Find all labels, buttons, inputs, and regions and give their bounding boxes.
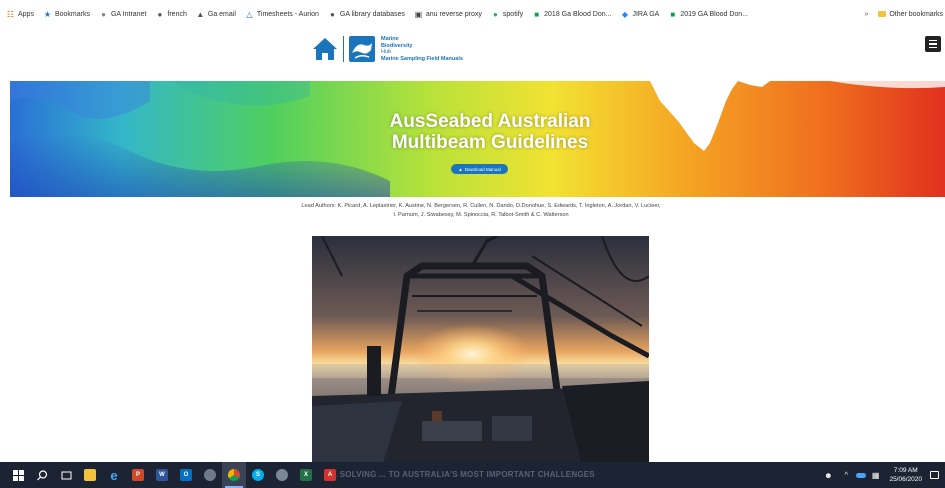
- clock-date: 25/06/2020: [889, 476, 922, 483]
- download-manual-label: Download Manual: [464, 166, 501, 172]
- hero-title-line-2: Multibeam Guidelines: [391, 132, 589, 153]
- bookmark-item[interactable]: △ Timesheets - Aurion: [245, 10, 319, 19]
- globe-icon: ●: [157, 9, 163, 19]
- hero-title-line-1: AusSeabed Australian: [389, 111, 591, 132]
- people-icon[interactable]: ☻: [824, 471, 832, 480]
- triangle-icon: △: [246, 9, 253, 19]
- bookmark-item[interactable]: ☷ Apps: [6, 10, 34, 19]
- taskbar-file-explorer[interactable]: [78, 462, 102, 488]
- menu-bar-icon: [929, 39, 937, 42]
- star-icon: ★: [43, 9, 52, 19]
- jira-icon: ◆: [621, 9, 629, 19]
- bookmark-label: french: [167, 10, 187, 18]
- bookmark-item[interactable]: ■ 2019 GA Blood Don...: [668, 10, 748, 19]
- bookmark-label: Timesheets - Aurion: [256, 10, 319, 18]
- other-bookmarks-folder[interactable]: Other bookmarks: [878, 11, 943, 18]
- menu-bar-icon: [929, 43, 937, 45]
- clock-time: 7:09 AM: [893, 467, 918, 474]
- powerpoint-icon: P: [132, 469, 144, 481]
- logo-text: Marine Biodiversity Hub Marine Sampling …: [381, 36, 463, 62]
- bookmark-item[interactable]: ● GA library databases: [328, 10, 405, 19]
- bookmarks-bar: ☷ Apps ★ Bookmarks ● GA Intranet ● french ▲ Ga em…: [0, 0, 945, 28]
- spotify-icon: ●: [492, 9, 498, 19]
- download-manual-button[interactable]: ▲ Download Manual: [451, 164, 508, 174]
- site-header: Marine Biodiversity Hub Marine Sampling …: [0, 28, 945, 78]
- fish-logo-icon: [349, 36, 375, 62]
- taskbar-word[interactable]: W: [150, 462, 174, 488]
- bookmark-label: Bookmarks: [54, 10, 90, 18]
- mail-icon: ▲: [196, 9, 205, 19]
- feather-app-icon: [276, 469, 288, 481]
- bookmark-label: 2018 Ga Blood Don...: [544, 10, 612, 18]
- bookmark-item[interactable]: ● spotify: [491, 10, 523, 19]
- hamburger-menu-button[interactable]: [925, 36, 941, 52]
- network-icon[interactable]: ▦: [872, 471, 880, 480]
- bookmark-label: Ga email: [207, 10, 236, 18]
- bookmark-label: anu reverse proxy: [425, 10, 482, 18]
- excel-icon: X: [300, 469, 312, 481]
- taskbar-excel[interactable]: X: [294, 462, 318, 488]
- bookmark-item[interactable]: ◆ JIRA GA: [620, 10, 659, 19]
- windows-logo-icon: [12, 469, 24, 481]
- taskbar-powerpoint[interactable]: P: [126, 462, 150, 488]
- sheet-icon: ■: [534, 9, 540, 19]
- taskbar-skype[interactable]: S: [246, 462, 270, 488]
- bookmark-label: spotify: [502, 10, 524, 18]
- menu-bar-icon: [929, 46, 937, 49]
- bookmark-label: JIRA GA: [632, 10, 660, 18]
- notifications-icon[interactable]: [930, 471, 939, 479]
- folder-icon: [84, 469, 96, 481]
- bookmark-item[interactable]: ▣ anu reverse proxy: [414, 10, 482, 19]
- search-button[interactable]: [30, 462, 54, 488]
- image-icon: ▣: [414, 9, 423, 19]
- word-icon: W: [156, 469, 168, 481]
- hero-title: AusSeabed Australian Multibeam Guideline…: [10, 111, 945, 153]
- globe-icon: ●: [101, 9, 106, 19]
- site-logo[interactable]: Marine Biodiversity Hub Marine Sampling …: [312, 36, 463, 62]
- lead-authors-text: Lead Authors: K. Picard, A. Leplastrier,…: [301, 203, 661, 218]
- taskbar-internet-explorer[interactable]: e: [102, 462, 126, 488]
- system-tray: ☻ ^ ▦ 7:09 AM 25/06/2020: [824, 462, 945, 488]
- download-icon: ▲: [458, 166, 463, 172]
- bookmark-item[interactable]: ● GA Intranet: [99, 10, 146, 19]
- task-view-button[interactable]: [54, 462, 78, 488]
- onedrive-cloud-icon[interactable]: [855, 472, 866, 478]
- globe-icon: ●: [329, 9, 335, 19]
- bookmark-item[interactable]: ▲ Ga email: [196, 9, 236, 19]
- logo-line-4: Marine Sampling Field Manuals: [381, 55, 463, 62]
- bookmark-label: Apps: [18, 10, 34, 18]
- home-icon: [313, 38, 337, 60]
- bookmark-item[interactable]: ★ Bookmarks: [43, 10, 90, 19]
- taskbar-app-feather[interactable]: [270, 462, 294, 488]
- bookmark-label: GA library databases: [339, 10, 405, 18]
- system-clock[interactable]: 7:09 AM 25/06/2020: [889, 466, 922, 484]
- bookmark-label: 2019 GA Blood Don...: [680, 10, 749, 18]
- internet-explorer-icon: e: [110, 467, 118, 483]
- page-section-heading: ... SOLVING ... TO AUSTRALIA'S MOST IMPO…: [330, 470, 595, 479]
- bookmark-label: GA Intranet: [110, 10, 147, 18]
- task-view-icon: [61, 471, 71, 479]
- search-icon: [36, 469, 47, 480]
- hero-banner: AusSeabed Australian Multibeam Guideline…: [10, 81, 945, 197]
- apps-grid-icon: ☷: [6, 9, 15, 19]
- sheet-icon: ■: [670, 9, 676, 19]
- taskbar-outlook[interactable]: O: [174, 462, 198, 488]
- taskbar-chrome[interactable]: [222, 462, 246, 488]
- tray-chevron-up-icon[interactable]: ^: [845, 472, 848, 479]
- bookmarks-overflow-button[interactable]: »: [864, 11, 868, 18]
- other-bookmarks-label: Other bookmarks: [889, 10, 943, 18]
- taskbar-app-globe[interactable]: [198, 462, 222, 488]
- logo-divider: [343, 36, 344, 62]
- globe-app-icon: [204, 469, 216, 481]
- skype-icon: S: [252, 469, 264, 481]
- chrome-icon: [228, 469, 240, 481]
- bookmark-item[interactable]: ■ 2018 Ga Blood Don...: [532, 10, 611, 19]
- outlook-icon: O: [180, 469, 192, 481]
- ship-deck-sunset-photo: [312, 236, 649, 466]
- bookmarks-overflow-area: » Other bookmarks: [860, 0, 945, 28]
- folder-icon: [878, 11, 887, 17]
- bookmark-item[interactable]: ● french: [155, 10, 186, 19]
- start-button[interactable]: [6, 462, 30, 488]
